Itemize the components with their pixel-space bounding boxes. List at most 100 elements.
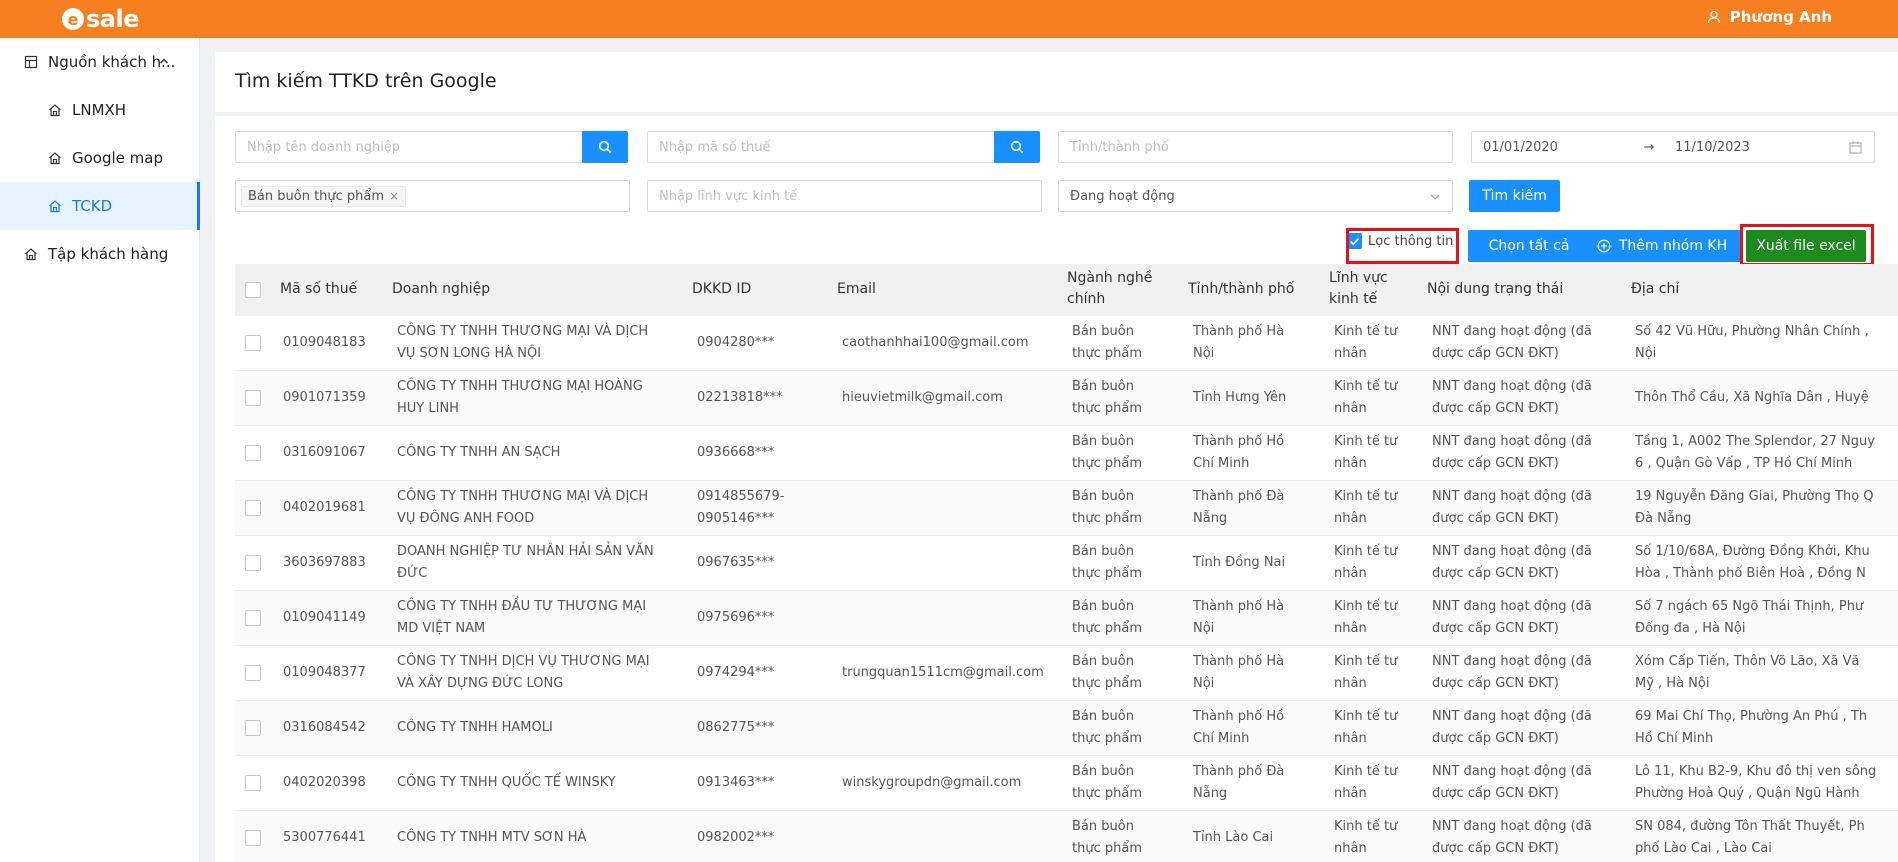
cell-industry-line: Bán buôn <box>1072 544 1134 559</box>
row-checkbox[interactable] <box>245 775 261 791</box>
search-button[interactable]: Tìm kiếm <box>1469 180 1560 212</box>
company-search-input[interactable]: Nhập tên doanh nghiệp <box>235 131 628 163</box>
tax-search-button[interactable] <box>994 131 1040 163</box>
cell-sector-line: nhân <box>1334 401 1367 416</box>
row-checkbox[interactable] <box>245 830 261 846</box>
cell-sector-line: nhân <box>1334 621 1367 636</box>
table-row[interactable]: 0316084542 CÔNG TY TNHH HAMOLI 0862775*** B… <box>235 701 1898 756</box>
cell-province-line: Thành phố Đà <box>1193 764 1285 779</box>
add-group-button[interactable]: Thêm nhóm KH <box>1583 230 1741 262</box>
cell-province-line: Tỉnh Lào Cai <box>1193 830 1274 845</box>
cell-sector: Kinh tế tư nhân <box>1334 321 1424 365</box>
cell-dkkd: 0975696*** <box>697 607 827 629</box>
sidebar-item-label: TCKD <box>72 197 113 215</box>
date-range-picker[interactable]: 01/01/2020 → 11/10/2023 <box>1471 131 1875 163</box>
cell-address-line: Thôn Thổ Cầu, Xã Nghĩa Dân , Huyệ <box>1635 390 1869 405</box>
sector-input[interactable]: Nhập lĩnh vực kinh tế <box>647 180 1042 212</box>
cell-status-line: NNT đang hoạt động (đã <box>1432 544 1592 559</box>
cell-company-line: CÔNG TY TNHH AN SẠCH <box>397 445 561 460</box>
user-icon <box>1707 10 1720 24</box>
sidebar-item-label: LNMXH <box>72 101 127 119</box>
col-province[interactable]: Tỉnh/thành phố <box>1188 279 1294 300</box>
row-checkbox[interactable] <box>245 390 261 406</box>
cell-address-line: Tầng 1, A002 The Splendor, 27 Nguy <box>1635 434 1875 449</box>
table-row[interactable]: 0109048377 CÔNG TY TNHH DỊCH VỤ THƯƠNG MẠ… <box>235 646 1898 701</box>
table-row[interactable]: 0316091067 CÔNG TY TNHH AN SẠCH 0936668***… <box>235 426 1898 481</box>
title-card: Tìm kiếm TTKD trên Google <box>215 52 1898 112</box>
sidebar-group-customer-set[interactable]: Tập khách hàng <box>0 230 199 278</box>
cell-dkkd-line: 0974294*** <box>697 665 775 680</box>
cell-address: SN 084, đường Tôn Thất Thuyết, Ph phố Lào… <box>1635 816 1898 860</box>
cell-dkkd-line: 0862775*** <box>697 720 775 735</box>
company-search-button[interactable] <box>582 131 628 163</box>
cell-province: Tỉnh Lào Cai <box>1193 827 1323 849</box>
sidebar: Nguồn khách h... LNMXH Google map TCKD T… <box>0 38 200 862</box>
cell-address-line: Số 7 ngách 65 Ngõ Thái Thịnh, Phư <box>1635 599 1864 614</box>
cell-dkkd-line: 0975696*** <box>697 610 775 625</box>
row-checkbox[interactable] <box>245 445 261 461</box>
cell-sector-line: nhân <box>1334 841 1367 856</box>
cell-address-line: Đống đa , Hà Nội <box>1635 621 1746 636</box>
row-checkbox[interactable] <box>245 500 261 516</box>
user-menu[interactable]: Phương Anh <box>1707 8 1832 26</box>
sidebar-item-google-map[interactable]: Google map <box>0 134 199 182</box>
status-value: Đang hoạt động <box>1070 188 1175 204</box>
cell-status-line: được cấp GCN ĐKT) <box>1432 786 1559 801</box>
cell-sector: Kinh tế tư nhân <box>1334 486 1424 530</box>
sector-placeholder: Nhập lĩnh vực kinh tế <box>659 188 798 204</box>
sidebar-item-lnmxh[interactable]: LNMXH <box>0 86 199 134</box>
col-address[interactable]: Địa chỉ <box>1631 279 1679 300</box>
cell-sector: Kinh tế tư nhân <box>1334 761 1424 805</box>
col-tax[interactable]: Mã số thuế <box>280 279 357 300</box>
calendar-icon <box>1849 141 1862 154</box>
select-all-button[interactable]: Chọn tất cả <box>1468 230 1590 262</box>
cell-company-line: CÔNG TY TNHH QUỐC TẾ WINSKY <box>397 775 616 790</box>
col-industry[interactable]: Ngành nghề chính <box>1067 268 1152 310</box>
table-row[interactable]: 0402019681 CÔNG TY TNHH THƯƠNG MẠI VÀ DỊC… <box>235 481 1898 536</box>
app-logo[interactable]: e sale <box>62 5 139 33</box>
cell-industry: Bán buôn thực phẩm <box>1072 706 1182 750</box>
cell-sector-line: Kinh tế tư <box>1334 379 1398 394</box>
row-checkbox[interactable] <box>245 335 261 351</box>
col-status[interactable]: Nội dung trạng thái <box>1427 279 1563 300</box>
sidebar-group-customer-source[interactable]: Nguồn khách h... <box>0 38 199 86</box>
cell-company: CÔNG TY TNHH ĐẦU TƯ THƯƠNG MẠI MD VIỆT NA… <box>397 596 687 640</box>
cell-status: NNT đang hoạt động (đã được cấp GCN ĐKT) <box>1432 596 1627 640</box>
chevron-down-icon <box>1430 194 1440 200</box>
col-dkkd[interactable]: DKKD ID <box>692 279 751 300</box>
table-row[interactable]: 0109048183 CÔNG TY TNHH THƯƠNG MẠI VÀ DỊC… <box>235 316 1898 371</box>
industry-tag-select[interactable]: Bán buôn thực phẩm × <box>235 180 630 212</box>
sidebar-item-tckd[interactable]: TCKD <box>0 182 200 230</box>
cell-company: CÔNG TY TNHH AN SẠCH <box>397 442 687 464</box>
table-row[interactable]: 0901071359 CÔNG TY TNHH THƯƠNG MẠI HOÀNG H… <box>235 371 1898 426</box>
cell-industry-line: thực phẩm <box>1072 346 1142 361</box>
cell-address: Tầng 1, A002 The Splendor, 27 Nguy 6 , Qu… <box>1635 431 1898 475</box>
col-email[interactable]: Email <box>837 279 876 300</box>
cell-industry: Bán buôn thực phẩm <box>1072 321 1182 365</box>
col-company[interactable]: Doanh nghiệp <box>392 279 490 300</box>
province-select[interactable]: Tỉnh/thành phố <box>1058 131 1453 163</box>
table-row[interactable]: 5300776441 CÔNG TY TNHH MTV SƠN HÀ 0982002… <box>235 811 1898 862</box>
row-checkbox[interactable] <box>245 665 261 681</box>
cell-tax-line: 0901071359 <box>283 390 366 405</box>
col-sector[interactable]: Lĩnh vực kinh tế <box>1329 268 1388 310</box>
table-row[interactable]: 0402020398 CÔNG TY TNHH QUỐC TẾ WINSKY 091… <box>235 756 1898 811</box>
cell-dkkd-line: 0936668*** <box>697 445 775 460</box>
row-checkbox[interactable] <box>245 555 261 571</box>
table-row[interactable]: 0109041149 CÔNG TY TNHH ĐẦU TƯ THƯƠNG MẠI… <box>235 591 1898 646</box>
row-checkbox[interactable] <box>245 720 261 736</box>
cell-email-line: hieuvietmilk@gmail.com <box>842 390 1003 405</box>
cell-tax: 0402019681 <box>283 497 383 519</box>
cell-sector-line: Kinh tế tư <box>1334 544 1398 559</box>
cell-industry-line: Bán buôn <box>1072 434 1134 449</box>
cell-sector-line: Kinh tế tư <box>1334 599 1398 614</box>
cell-dkkd-line: 0967635*** <box>697 555 775 570</box>
table-row[interactable]: 3603697883 DOANH NGHIỆP TƯ NHÂN HẢI SẢN V… <box>235 536 1898 591</box>
highlight-box <box>1346 228 1459 264</box>
status-select[interactable]: Đang hoạt động <box>1058 180 1453 212</box>
cell-address: 69 Mai Chí Thọ, Phường An Phú , Th Hồ Chí… <box>1635 706 1898 750</box>
select-all-checkbox[interactable] <box>245 282 261 298</box>
row-checkbox[interactable] <box>245 610 261 626</box>
tax-search-input[interactable]: Nhập mã số thuế <box>647 131 1040 163</box>
tag-close-icon[interactable]: × <box>389 189 399 203</box>
